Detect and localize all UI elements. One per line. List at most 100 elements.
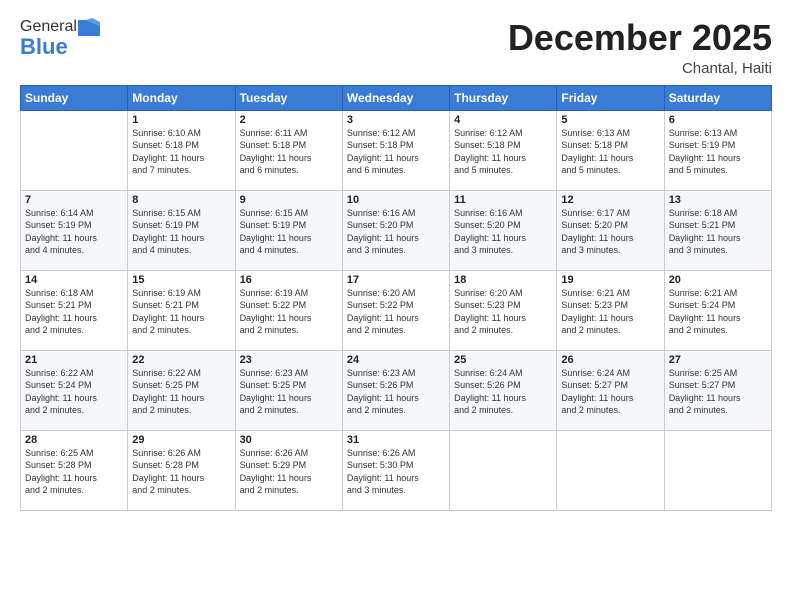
day-number: 1	[132, 114, 230, 126]
day-number: 11	[454, 194, 552, 206]
calendar-cell: 12Sunrise: 6:17 AMSunset: 5:20 PMDayligh…	[557, 190, 664, 270]
day-number: 10	[347, 194, 445, 206]
col-friday: Friday	[557, 85, 664, 110]
day-number: 12	[561, 194, 659, 206]
col-monday: Monday	[128, 85, 235, 110]
day-info: Sunrise: 6:26 AMSunset: 5:30 PMDaylight:…	[347, 447, 445, 497]
calendar-cell: 19Sunrise: 6:21 AMSunset: 5:23 PMDayligh…	[557, 270, 664, 350]
day-number: 7	[25, 194, 123, 206]
day-number: 5	[561, 114, 659, 126]
calendar-cell: 6Sunrise: 6:13 AMSunset: 5:19 PMDaylight…	[664, 110, 771, 190]
day-info: Sunrise: 6:15 AMSunset: 5:19 PMDaylight:…	[240, 207, 338, 257]
day-number: 9	[240, 194, 338, 206]
day-info: Sunrise: 6:15 AMSunset: 5:19 PMDaylight:…	[132, 207, 230, 257]
day-number: 27	[669, 354, 767, 366]
calendar-cell: 3Sunrise: 6:12 AMSunset: 5:18 PMDaylight…	[342, 110, 449, 190]
day-info: Sunrise: 6:26 AMSunset: 5:29 PMDaylight:…	[240, 447, 338, 497]
logo-bird-icon	[78, 18, 100, 36]
day-number: 14	[25, 274, 123, 286]
day-info: Sunrise: 6:22 AMSunset: 5:24 PMDaylight:…	[25, 367, 123, 417]
calendar-week-row: 28Sunrise: 6:25 AMSunset: 5:28 PMDayligh…	[21, 430, 772, 510]
location: Chantal, Haiti	[508, 60, 772, 77]
day-number: 20	[669, 274, 767, 286]
calendar-cell	[664, 430, 771, 510]
day-number: 28	[25, 434, 123, 446]
calendar-header-row: Sunday Monday Tuesday Wednesday Thursday…	[21, 85, 772, 110]
day-info: Sunrise: 6:10 AMSunset: 5:18 PMDaylight:…	[132, 127, 230, 177]
day-number: 24	[347, 354, 445, 366]
day-info: Sunrise: 6:26 AMSunset: 5:28 PMDaylight:…	[132, 447, 230, 497]
calendar-cell: 14Sunrise: 6:18 AMSunset: 5:21 PMDayligh…	[21, 270, 128, 350]
calendar-cell: 26Sunrise: 6:24 AMSunset: 5:27 PMDayligh…	[557, 350, 664, 430]
day-info: Sunrise: 6:23 AMSunset: 5:26 PMDaylight:…	[347, 367, 445, 417]
calendar-cell: 13Sunrise: 6:18 AMSunset: 5:21 PMDayligh…	[664, 190, 771, 270]
day-number: 29	[132, 434, 230, 446]
day-info: Sunrise: 6:21 AMSunset: 5:24 PMDaylight:…	[669, 287, 767, 337]
calendar-table: Sunday Monday Tuesday Wednesday Thursday…	[20, 85, 772, 511]
month-title: December 2025	[508, 18, 772, 58]
day-number: 17	[347, 274, 445, 286]
calendar-cell: 28Sunrise: 6:25 AMSunset: 5:28 PMDayligh…	[21, 430, 128, 510]
day-info: Sunrise: 6:24 AMSunset: 5:26 PMDaylight:…	[454, 367, 552, 417]
calendar-cell: 5Sunrise: 6:13 AMSunset: 5:18 PMDaylight…	[557, 110, 664, 190]
day-number: 15	[132, 274, 230, 286]
calendar-cell: 17Sunrise: 6:20 AMSunset: 5:22 PMDayligh…	[342, 270, 449, 350]
day-info: Sunrise: 6:16 AMSunset: 5:20 PMDaylight:…	[347, 207, 445, 257]
day-number: 6	[669, 114, 767, 126]
day-number: 19	[561, 274, 659, 286]
calendar-cell: 1Sunrise: 6:10 AMSunset: 5:18 PMDaylight…	[128, 110, 235, 190]
day-info: Sunrise: 6:19 AMSunset: 5:22 PMDaylight:…	[240, 287, 338, 337]
day-info: Sunrise: 6:20 AMSunset: 5:23 PMDaylight:…	[454, 287, 552, 337]
logo: General Blue	[20, 18, 100, 60]
calendar-cell: 2Sunrise: 6:11 AMSunset: 5:18 PMDaylight…	[235, 110, 342, 190]
day-info: Sunrise: 6:12 AMSunset: 5:18 PMDaylight:…	[454, 127, 552, 177]
col-sunday: Sunday	[21, 85, 128, 110]
calendar-cell: 24Sunrise: 6:23 AMSunset: 5:26 PMDayligh…	[342, 350, 449, 430]
calendar-cell: 7Sunrise: 6:14 AMSunset: 5:19 PMDaylight…	[21, 190, 128, 270]
day-info: Sunrise: 6:20 AMSunset: 5:22 PMDaylight:…	[347, 287, 445, 337]
calendar-cell: 22Sunrise: 6:22 AMSunset: 5:25 PMDayligh…	[128, 350, 235, 430]
calendar-cell: 29Sunrise: 6:26 AMSunset: 5:28 PMDayligh…	[128, 430, 235, 510]
day-info: Sunrise: 6:23 AMSunset: 5:25 PMDaylight:…	[240, 367, 338, 417]
calendar-week-row: 7Sunrise: 6:14 AMSunset: 5:19 PMDaylight…	[21, 190, 772, 270]
day-number: 4	[454, 114, 552, 126]
col-wednesday: Wednesday	[342, 85, 449, 110]
calendar-cell: 31Sunrise: 6:26 AMSunset: 5:30 PMDayligh…	[342, 430, 449, 510]
day-number: 3	[347, 114, 445, 126]
day-number: 31	[347, 434, 445, 446]
day-number: 13	[669, 194, 767, 206]
day-number: 8	[132, 194, 230, 206]
day-info: Sunrise: 6:18 AMSunset: 5:21 PMDaylight:…	[25, 287, 123, 337]
day-info: Sunrise: 6:19 AMSunset: 5:21 PMDaylight:…	[132, 287, 230, 337]
day-info: Sunrise: 6:14 AMSunset: 5:19 PMDaylight:…	[25, 207, 123, 257]
calendar-cell: 11Sunrise: 6:16 AMSunset: 5:20 PMDayligh…	[450, 190, 557, 270]
calendar-week-row: 21Sunrise: 6:22 AMSunset: 5:24 PMDayligh…	[21, 350, 772, 430]
calendar-cell: 18Sunrise: 6:20 AMSunset: 5:23 PMDayligh…	[450, 270, 557, 350]
col-saturday: Saturday	[664, 85, 771, 110]
title-block: December 2025 Chantal, Haiti	[508, 18, 772, 77]
day-info: Sunrise: 6:16 AMSunset: 5:20 PMDaylight:…	[454, 207, 552, 257]
calendar-cell: 27Sunrise: 6:25 AMSunset: 5:27 PMDayligh…	[664, 350, 771, 430]
day-info: Sunrise: 6:17 AMSunset: 5:20 PMDaylight:…	[561, 207, 659, 257]
day-number: 2	[240, 114, 338, 126]
day-number: 22	[132, 354, 230, 366]
day-info: Sunrise: 6:22 AMSunset: 5:25 PMDaylight:…	[132, 367, 230, 417]
calendar-week-row: 14Sunrise: 6:18 AMSunset: 5:21 PMDayligh…	[21, 270, 772, 350]
calendar-cell: 21Sunrise: 6:22 AMSunset: 5:24 PMDayligh…	[21, 350, 128, 430]
day-number: 23	[240, 354, 338, 366]
calendar-cell: 23Sunrise: 6:23 AMSunset: 5:25 PMDayligh…	[235, 350, 342, 430]
calendar-cell: 15Sunrise: 6:19 AMSunset: 5:21 PMDayligh…	[128, 270, 235, 350]
page: General Blue December 2025 Chantal, Hait…	[0, 0, 792, 612]
day-info: Sunrise: 6:25 AMSunset: 5:27 PMDaylight:…	[669, 367, 767, 417]
col-thursday: Thursday	[450, 85, 557, 110]
calendar-cell: 25Sunrise: 6:24 AMSunset: 5:26 PMDayligh…	[450, 350, 557, 430]
calendar-cell	[557, 430, 664, 510]
day-info: Sunrise: 6:11 AMSunset: 5:18 PMDaylight:…	[240, 127, 338, 177]
calendar-cell: 9Sunrise: 6:15 AMSunset: 5:19 PMDaylight…	[235, 190, 342, 270]
calendar-cell: 10Sunrise: 6:16 AMSunset: 5:20 PMDayligh…	[342, 190, 449, 270]
calendar-cell: 4Sunrise: 6:12 AMSunset: 5:18 PMDaylight…	[450, 110, 557, 190]
day-number: 21	[25, 354, 123, 366]
col-tuesday: Tuesday	[235, 85, 342, 110]
logo-blue-text: Blue	[20, 34, 68, 60]
day-number: 16	[240, 274, 338, 286]
